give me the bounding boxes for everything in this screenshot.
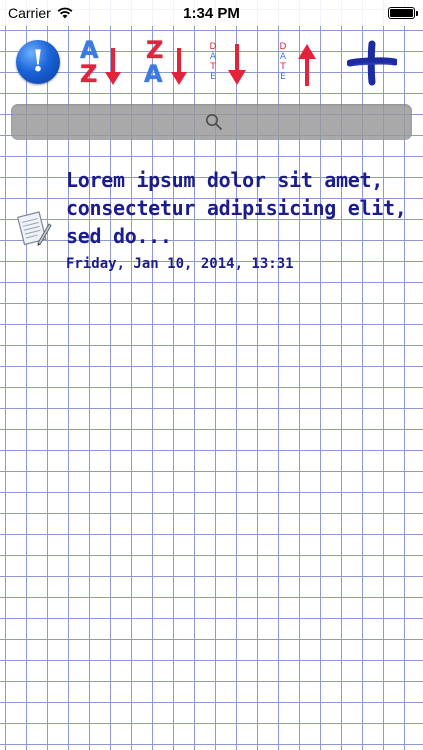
wifi-icon xyxy=(57,7,73,19)
sort-za-button[interactable]: Z A xyxy=(140,34,194,90)
battery-icon xyxy=(388,7,418,19)
note-date: Friday, Jan 10, 2014, 13:31 xyxy=(66,256,294,272)
date-label: D A T E xyxy=(279,42,287,82)
arrow-down-icon xyxy=(171,48,187,85)
plus-icon xyxy=(347,40,397,86)
search-bar[interactable] xyxy=(11,104,412,140)
carrier-label: Carrier xyxy=(8,5,51,21)
sort-za-top-letter: Z xyxy=(146,36,164,64)
sort-za-bottom-letter: A xyxy=(144,60,163,88)
sort-date-desc-button[interactable]: D A T E xyxy=(206,34,260,90)
date-label: D A T E xyxy=(209,42,217,82)
add-note-button[interactable] xyxy=(345,34,399,90)
arrow-up-icon xyxy=(298,44,316,86)
note-title: Lorem ipsum dolor sit amet, consectetur … xyxy=(66,168,407,248)
arrow-down-icon xyxy=(228,44,246,85)
status-bar: Carrier 1:34 PM xyxy=(0,0,423,26)
sort-az-bottom-letter: Z xyxy=(80,60,98,88)
info-icon: ! xyxy=(16,40,60,84)
sort-az-top-letter: A xyxy=(80,36,99,64)
sort-date-asc-button[interactable]: D A T E xyxy=(276,34,330,90)
toolbar: ! A Z Z A D A T E D A T E xyxy=(0,30,423,94)
status-left: Carrier xyxy=(8,5,73,21)
search-input[interactable] xyxy=(41,108,405,138)
arrow-down-icon xyxy=(105,48,121,85)
note-document-icon xyxy=(17,211,52,246)
info-button[interactable]: ! xyxy=(14,34,68,90)
sort-az-button[interactable]: A Z xyxy=(76,34,130,90)
list-item[interactable]: Lorem ipsum dolor sit amet, consectetur … xyxy=(0,160,423,280)
